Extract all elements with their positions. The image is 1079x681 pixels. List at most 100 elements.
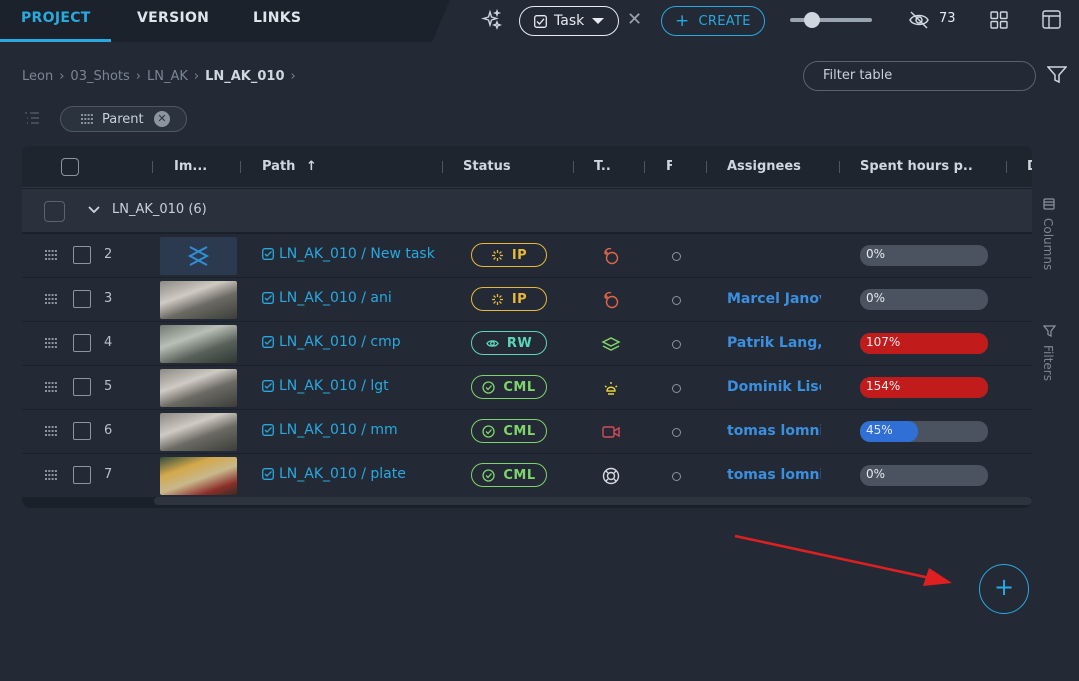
remove-chip-icon[interactable]: ✕: [154, 111, 170, 127]
priority-indicator[interactable]: [672, 428, 681, 437]
chevron-right-icon[interactable]: ›: [291, 69, 296, 84]
active-tab-indicator: [0, 39, 111, 42]
task-path-link[interactable]: LN_AK_010 / mm: [262, 422, 398, 438]
status-badge[interactable]: CML: [471, 419, 547, 443]
tab-version[interactable]: VERSION: [137, 0, 209, 42]
column-divider[interactable]: [442, 161, 443, 173]
breadcrumb-current[interactable]: LN_AK_010: [205, 69, 284, 84]
priority-indicator[interactable]: [672, 472, 681, 481]
status-badge[interactable]: CML: [471, 375, 547, 399]
assignee-name[interactable]: Patrik Lang,: [727, 335, 821, 351]
assignee-name[interactable]: Dominik Lisc: [727, 379, 821, 395]
priority-indicator[interactable]: [672, 296, 681, 305]
filter-funnel-icon[interactable]: [1047, 66, 1067, 84]
row-checkbox[interactable]: [73, 422, 91, 440]
thumbnail-size-slider[interactable]: [790, 12, 872, 28]
horizontal-scrollbar[interactable]: [154, 497, 1032, 505]
row-checkbox[interactable]: [73, 378, 91, 396]
chevron-right-icon: ›: [59, 68, 65, 84]
priority-indicator[interactable]: [672, 252, 681, 261]
column-divider[interactable]: [240, 161, 241, 173]
grid-view-icon[interactable]: [990, 11, 1008, 29]
row-checkbox[interactable]: [73, 334, 91, 352]
priority-indicator[interactable]: [672, 384, 681, 393]
column-divider[interactable]: [1006, 161, 1007, 173]
filter-table-input[interactable]: Filter table: [803, 61, 1036, 91]
animation-type-icon: [604, 291, 619, 309]
entity-type-select[interactable]: Task: [519, 6, 619, 36]
assignee-name[interactable]: tomas lomni: [727, 423, 821, 439]
table-row[interactable]: 5 LN_AK_010 / lgt CML Dominik Lisc 154%: [22, 366, 1032, 410]
header-path[interactable]: Path ↑: [262, 146, 317, 188]
drag-handle-icon[interactable]: [45, 426, 57, 436]
task-icon: [262, 336, 274, 348]
status-badge[interactable]: IP: [471, 243, 547, 267]
assignee-name[interactable]: tomas lomni: [727, 467, 821, 483]
status-badge[interactable]: CML: [471, 463, 547, 487]
row-checkbox[interactable]: [73, 290, 91, 308]
task-path-link[interactable]: LN_AK_010 / ani: [262, 290, 392, 306]
table-row[interactable]: 6 LN_AK_010 / mm CML tomas lomni 45%: [22, 410, 1032, 454]
breadcrumb-item[interactable]: Leon: [22, 69, 53, 84]
tab-project[interactable]: PROJECT: [21, 0, 91, 42]
column-divider[interactable]: [573, 161, 574, 173]
header-image[interactable]: Im...: [174, 146, 214, 188]
sparkle-icon[interactable]: [481, 9, 503, 31]
header-priority[interactable]: F: [666, 146, 672, 188]
status-label: CML: [503, 467, 536, 483]
tab-links[interactable]: LINKS: [253, 0, 301, 42]
slider-knob[interactable]: [804, 12, 820, 28]
header-d[interactable]: D: [1027, 146, 1032, 188]
create-button[interactable]: + CREATE: [661, 6, 765, 36]
breadcrumb-item[interactable]: LN_AK: [147, 69, 188, 84]
priority-indicator[interactable]: [672, 340, 681, 349]
group-row[interactable]: LN_AK_010 (6): [22, 189, 1032, 233]
table-row[interactable]: 3 LN_AK_010 / ani IP Marcel Janov 0%: [22, 278, 1032, 322]
columns-panel-toggle[interactable]: Columns: [1041, 195, 1057, 275]
column-divider[interactable]: [839, 161, 840, 173]
drag-handle-icon[interactable]: [45, 338, 57, 348]
task-path-link[interactable]: LN_AK_010 / cmp: [262, 334, 401, 350]
column-divider[interactable]: [706, 161, 707, 173]
header-status[interactable]: Status: [463, 146, 511, 188]
status-badge[interactable]: RW: [471, 331, 547, 355]
row-checkbox[interactable]: [73, 466, 91, 484]
assignee-name[interactable]: Marcel Janov: [727, 291, 821, 307]
drag-handle-icon[interactable]: [45, 382, 57, 392]
task-icon: [262, 424, 274, 436]
status-label: IP: [511, 247, 528, 263]
task-path-link[interactable]: LN_AK_010 / plate: [262, 466, 406, 482]
table-row[interactable]: 7 LN_AK_010 / plate CML tomas lomni 0%: [22, 454, 1032, 498]
drag-handle-icon[interactable]: [45, 250, 57, 260]
task-path-label: LN_AK_010 / mm: [279, 422, 398, 438]
column-divider[interactable]: [152, 161, 153, 173]
drag-handle-icon[interactable]: [45, 294, 57, 304]
chevron-down-icon[interactable]: [88, 205, 100, 215]
drag-handle-icon[interactable]: [45, 470, 57, 480]
sort-asc-icon: ↑: [305, 159, 317, 174]
eye-off-icon[interactable]: [908, 10, 930, 30]
group-by-icon[interactable]: [24, 111, 40, 125]
group-by-chip[interactable]: Parent ✕: [60, 106, 187, 132]
breadcrumb-item[interactable]: 03_Shots: [70, 69, 129, 84]
layout-panel-icon[interactable]: [1042, 10, 1061, 29]
header-spent-hours[interactable]: Spent hours p...: [860, 146, 972, 188]
add-task-fab-button[interactable]: +: [979, 564, 1029, 614]
clear-icon[interactable]: ✕: [627, 10, 645, 30]
table-row[interactable]: 4 LN_AK_010 / cmp RW Patrik Lang, 107%: [22, 322, 1032, 366]
check-circle-icon: [482, 468, 496, 482]
status-badge[interactable]: IP: [471, 287, 547, 311]
row-checkbox[interactable]: [73, 246, 91, 264]
select-all-checkbox[interactable]: [61, 158, 79, 176]
group-by-label: Parent: [102, 111, 144, 127]
task-path-link[interactable]: LN_AK_010 / New task: [262, 246, 435, 262]
header-assignees[interactable]: Assignees: [727, 146, 801, 188]
column-divider[interactable]: [644, 161, 645, 173]
group-checkbox[interactable]: [44, 201, 65, 222]
task-path-link[interactable]: LN_AK_010 / lgt: [262, 378, 389, 394]
header-type[interactable]: T..: [594, 146, 614, 188]
task-icon: [262, 380, 274, 392]
check-circle-icon: [482, 424, 496, 438]
filters-panel-toggle[interactable]: Filters: [1041, 322, 1057, 382]
table-row[interactable]: 2 LN_AK_010 / New task IP 0%: [22, 234, 1032, 278]
